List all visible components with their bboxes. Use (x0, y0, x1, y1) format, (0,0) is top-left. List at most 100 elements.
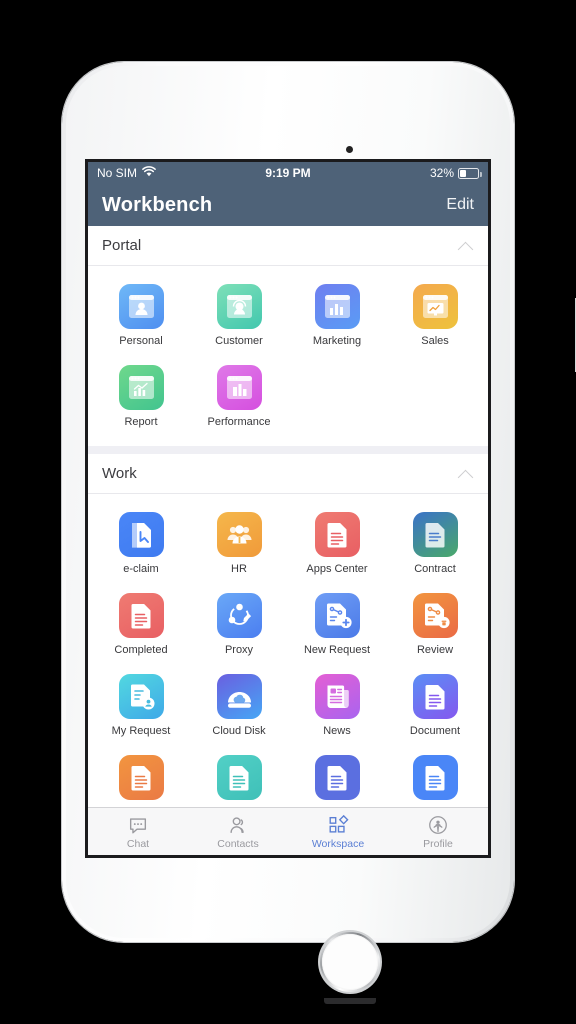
app-label: HR (231, 563, 247, 576)
partial-row-icon-2[interactable] (216, 755, 262, 801)
carrier-label: No SIM (97, 166, 138, 180)
app-label: e-claim (123, 563, 159, 576)
tab-workspace[interactable]: Workspace (288, 808, 388, 855)
app-item[interactable]: Sales (386, 276, 484, 357)
marketing-portal-icon[interactable] (314, 284, 360, 329)
chat-bubble-icon (127, 814, 149, 836)
tab-contacts[interactable]: Contacts (188, 808, 288, 855)
news-icon[interactable] (314, 674, 360, 720)
app-item[interactable]: Marketing (288, 276, 386, 357)
app-item[interactable] (190, 747, 288, 807)
app-item[interactable] (386, 747, 484, 807)
app-item[interactable] (288, 747, 386, 807)
chevron-up-icon[interactable] (458, 466, 474, 482)
app-item[interactable]: Cloud Disk (190, 666, 288, 747)
cloud-disk-icon[interactable] (216, 674, 262, 720)
app-label: Personal (119, 335, 163, 347)
edit-button[interactable]: Edit (446, 196, 474, 214)
battery-percent-label: 32% (429, 166, 454, 180)
app-item[interactable]: News (288, 666, 386, 747)
app-label: Performance (207, 416, 271, 429)
section-header-portal[interactable]: Portal (88, 226, 488, 266)
status-bar: No SIM 9:19 PM 32% (88, 162, 488, 184)
wifi-icon (142, 166, 156, 180)
e-claim-icon[interactable] (118, 512, 164, 558)
app-item[interactable]: Performance (190, 357, 288, 438)
battery-icon (458, 167, 482, 179)
app-item[interactable]: My Request (92, 666, 190, 747)
app-label: Review (416, 644, 454, 657)
app-grid: Personal Customer Marketing Sales Report Perf… (88, 266, 488, 446)
app-label: My Request (111, 725, 171, 738)
profile-icon (427, 814, 449, 836)
section-work: Work e-claim HR Apps Center Contract Complete… (88, 454, 488, 807)
proximity-sensor (346, 146, 353, 153)
personal-portal-icon[interactable] (118, 284, 164, 329)
navigation-bar: Workbench Edit (88, 184, 488, 226)
section-title: Work (102, 465, 137, 483)
app-label: Cloud Disk (212, 725, 266, 738)
app-label: Document (409, 725, 461, 738)
partial-row-icon-3[interactable] (314, 755, 360, 801)
report-portal-icon[interactable] (118, 365, 164, 411)
app-item[interactable]: Contract (386, 504, 484, 585)
tab-profile[interactable]: Profile (388, 808, 488, 855)
tab-label: Profile (423, 837, 453, 850)
partial-row-icon-4[interactable] (412, 755, 458, 801)
contract-icon[interactable] (412, 512, 458, 558)
app-label: Customer (215, 335, 263, 347)
app-item[interactable]: HR (190, 504, 288, 585)
tab-label: Workspace (311, 837, 365, 850)
app-label: New Request (303, 644, 371, 657)
phone-screen: No SIM 9:19 PM 32% Workbench Edit Portal… (88, 162, 488, 855)
page-title: Workbench (102, 193, 213, 216)
my-request-icon[interactable] (118, 674, 164, 720)
chevron-up-icon[interactable] (458, 238, 474, 254)
contacts-icon (227, 814, 249, 836)
document-icon[interactable] (412, 674, 458, 720)
app-label: Apps Center (306, 563, 368, 576)
app-label: Marketing (312, 335, 362, 347)
bottom-notch (324, 998, 376, 1004)
partial-row-icon-1[interactable] (118, 755, 164, 801)
tab-label: Chat (126, 837, 150, 850)
app-item[interactable]: Apps Center (288, 504, 386, 585)
app-item[interactable]: Document (386, 666, 484, 747)
workbench-content[interactable]: Portal Personal Customer Marketing Sales Repo… (88, 226, 488, 807)
apps-center-icon[interactable] (314, 512, 360, 558)
completed-icon[interactable] (118, 593, 164, 639)
status-bar-left: No SIM (97, 166, 156, 180)
app-item[interactable]: Completed (92, 585, 190, 666)
app-item[interactable]: Customer (190, 276, 288, 357)
section-header-work[interactable]: Work (88, 454, 488, 495)
performance-portal-icon[interactable] (216, 365, 262, 411)
section-title: Portal (102, 237, 142, 254)
app-label: Proxy (224, 644, 254, 657)
section-portal: Portal Personal Customer Marketing Sales Repo… (88, 226, 488, 447)
customer-portal-icon[interactable] (216, 284, 262, 329)
app-item[interactable]: New Request (288, 585, 386, 666)
app-label: Sales (421, 335, 449, 347)
app-item[interactable]: e-claim (92, 504, 190, 585)
app-item[interactable]: Report (92, 357, 190, 438)
tab-bar: Chat Contacts Workspace Profile (88, 807, 488, 855)
home-button[interactable] (320, 932, 380, 992)
proxy-icon[interactable] (216, 593, 262, 639)
sales-portal-icon[interactable] (412, 284, 458, 329)
app-label: News (323, 725, 351, 738)
app-item[interactable] (92, 747, 190, 807)
hr-icon[interactable] (216, 512, 262, 558)
app-item[interactable]: Personal (92, 276, 190, 357)
review-icon[interactable] (412, 593, 458, 639)
new-request-icon[interactable] (314, 593, 360, 639)
status-bar-right: 32% (429, 166, 482, 180)
workspace-grid-icon (327, 814, 349, 836)
app-item[interactable]: Review (386, 585, 484, 666)
app-label: Report (124, 416, 158, 429)
app-label: Completed (114, 644, 168, 657)
app-grid: e-claim HR Apps Center Contract Completed Pro… (88, 494, 488, 807)
app-item[interactable]: Proxy (190, 585, 288, 666)
app-label: Contract (414, 563, 456, 576)
tab-label: Contacts (217, 837, 259, 850)
tab-chat[interactable]: Chat (88, 808, 188, 855)
